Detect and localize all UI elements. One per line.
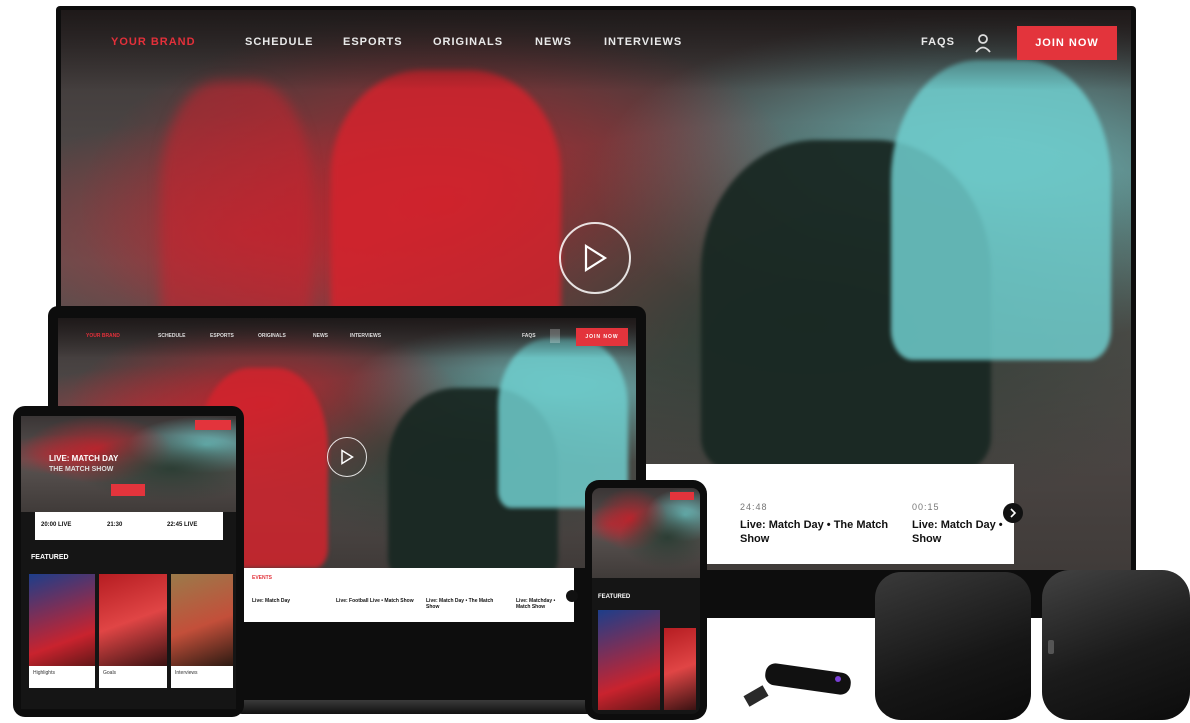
tv-next-arrow[interactable]: [1003, 503, 1023, 523]
tablet-hero-subtitle: THE MATCH SHOW: [49, 466, 114, 473]
laptop-play-button[interactable]: [327, 437, 367, 477]
stick-light: [835, 676, 841, 682]
tablet-watch-button[interactable]: [111, 484, 145, 496]
tv-card-tag: 00:15: [912, 502, 940, 512]
tv-join-button[interactable]: JOIN NOW: [1017, 26, 1117, 60]
tablet-caption-box: Interviews: [171, 666, 233, 688]
player-red-center: [331, 70, 561, 330]
laptop-nav-faqs[interactable]: FAQS: [522, 333, 536, 339]
tv-card[interactable]: 24:48 Live: Match Day • The Match Show: [740, 502, 890, 546]
laptop-nav-originals[interactable]: ORIGINALS: [258, 333, 286, 339]
tablet-caption: Highlights: [33, 670, 55, 676]
laptop-nav-interviews[interactable]: INTERVIEWS: [350, 333, 381, 339]
laptop-card-title[interactable]: Live: Match Day: [252, 598, 328, 604]
tablet-schedule-item[interactable]: 21:30: [107, 522, 122, 528]
laptop-navbar: YOUR BRAND SCHEDULE ESPORTS ORIGINALS NE…: [58, 328, 636, 346]
tv-nav-originals[interactable]: ORIGINALS: [433, 36, 503, 48]
laptop-nav-schedule[interactable]: SCHEDULE: [158, 333, 186, 339]
tablet-caption: Interviews: [175, 670, 198, 676]
phone-hero: [592, 488, 700, 578]
tablet-hero-title: LIVE: MATCH DAY: [49, 454, 119, 463]
phone-section-title: FEATURED: [598, 594, 631, 600]
tv-card[interactable]: 00:15 Live: Match Day • Show: [912, 502, 1012, 546]
tablet-caption-box: Goals: [99, 666, 167, 688]
user-icon[interactable]: [973, 32, 993, 54]
play-icon: [341, 449, 354, 465]
laptop-join-button[interactable]: JOIN NOW: [576, 328, 628, 346]
tablet-schedule-item[interactable]: 22:45 LIVE: [167, 522, 197, 528]
tv-brand-logo[interactable]: YOUR BRAND: [111, 36, 196, 48]
phone-thumb[interactable]: [598, 610, 660, 710]
stick-connector: [743, 685, 769, 707]
tv-card-title: Live: Match Day • The Match Show: [740, 519, 889, 545]
laptop-card-title[interactable]: Live: Match Day • The Match Show: [426, 598, 504, 610]
set-top-box: [1042, 570, 1190, 720]
tablet-thumb[interactable]: [29, 574, 95, 666]
laptop-user-icon[interactable]: [550, 329, 560, 343]
phone-screen: FEATURED: [592, 488, 700, 714]
phone-thumb[interactable]: [664, 628, 696, 710]
play-icon: [584, 244, 608, 272]
streaming-stick: [743, 662, 855, 707]
tv-nav-schedule[interactable]: SCHEDULE: [245, 36, 314, 48]
tv-navbar: YOUR BRAND SCHEDULE ESPORTS ORIGINALS NE…: [61, 26, 1131, 62]
tv-card-tag: 24:48: [740, 502, 768, 512]
referee: [891, 60, 1111, 360]
laptop-nav-esports[interactable]: ESPORTS: [210, 333, 234, 339]
tv-nav-news[interactable]: NEWS: [535, 36, 572, 48]
tv-card-title: Live: Match Day • Show: [912, 519, 1003, 545]
set-top-box: [875, 572, 1031, 720]
tv-nav-interviews[interactable]: INTERVIEWS: [604, 36, 682, 48]
laptop-card-title[interactable]: Live: Matchday • Match Show: [516, 598, 570, 610]
laptop-next-arrow[interactable]: [566, 590, 578, 602]
tablet-screen: LIVE: MATCH DAY THE MATCH SHOW 20:00 LIV…: [21, 416, 236, 709]
phone-join-button[interactable]: [670, 492, 694, 500]
tablet-caption-box: Highlights: [29, 666, 95, 688]
tablet-hero: [21, 416, 236, 512]
tablet-thumb[interactable]: [171, 574, 233, 666]
tv-play-button[interactable]: [559, 222, 631, 294]
set-top-box-port: [1048, 640, 1054, 654]
tablet-join-button[interactable]: [195, 420, 231, 430]
laptop-nav-news[interactable]: NEWS: [313, 333, 328, 339]
laptop-card-title[interactable]: Live: Football Live • Match Show: [336, 598, 416, 604]
tablet-schedule-strip: 20:00 LIVE 21:30 22:45 LIVE: [35, 512, 223, 540]
laptop-brand-logo[interactable]: YOUR BRAND: [86, 333, 120, 339]
tablet-section-title: FEATURED: [31, 554, 69, 561]
laptop-card-strip: EVENTS Live: Match Day Live: Football Li…: [244, 568, 574, 622]
tablet-caption: Goals: [103, 670, 117, 676]
laptop-cards-header: EVENTS: [252, 575, 273, 581]
tv-nav-esports[interactable]: ESPORTS: [343, 36, 403, 48]
tablet-schedule-item[interactable]: 20:00 LIVE: [41, 522, 71, 528]
player-red-left: [161, 80, 311, 340]
laptop-base: [230, 700, 610, 714]
chevron-right-icon: [1010, 508, 1017, 518]
tv-nav-faqs[interactable]: FAQS: [921, 36, 955, 48]
tablet-thumb[interactable]: [99, 574, 167, 666]
